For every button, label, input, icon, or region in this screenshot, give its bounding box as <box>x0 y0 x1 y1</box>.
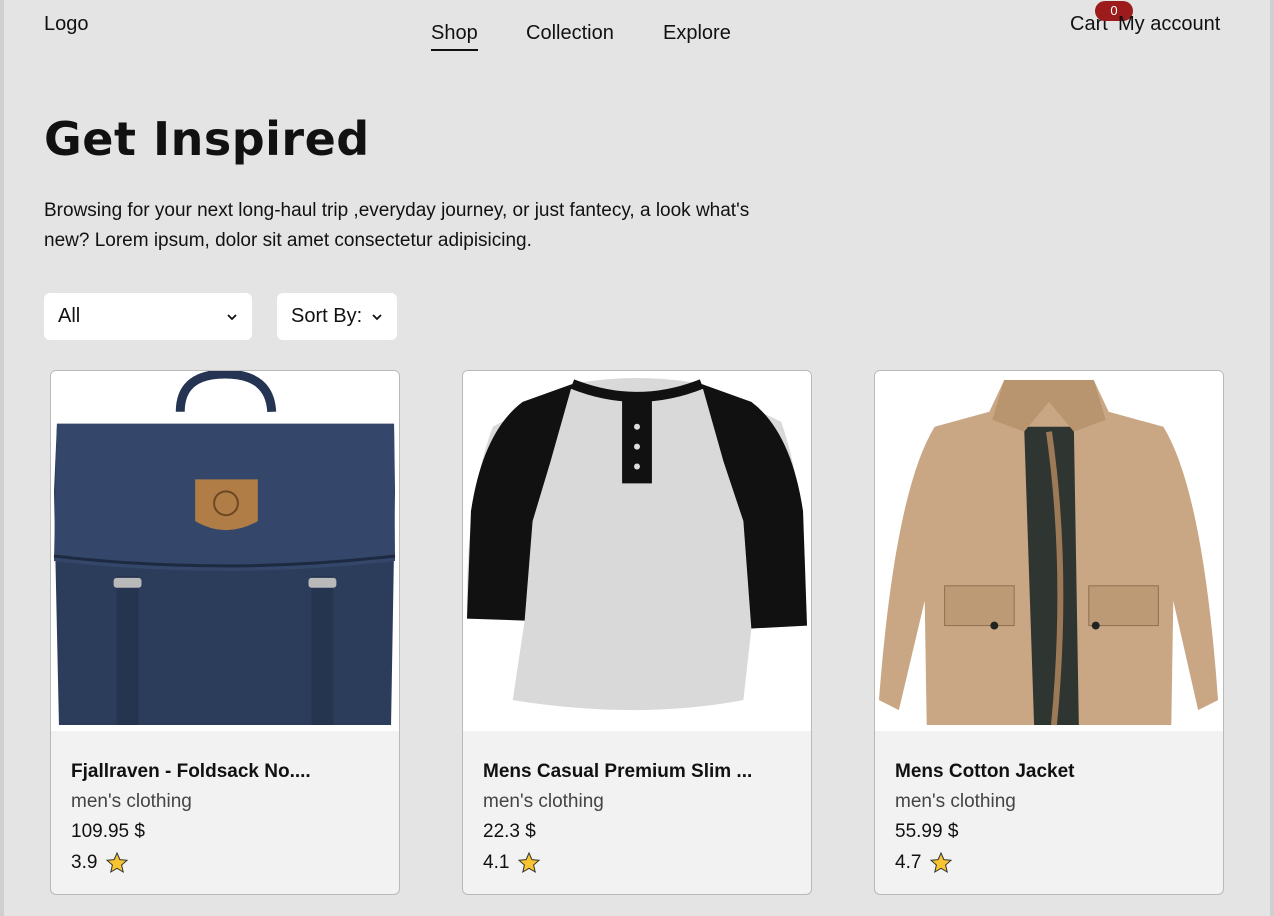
product-card[interactable]: Fjallraven - Foldsack No.... men's cloth… <box>50 370 400 895</box>
window-border-right <box>1270 0 1274 916</box>
chevron-down-icon <box>372 313 382 320</box>
sort-select[interactable]: Sort By: <box>277 293 397 340</box>
chevron-down-icon <box>227 313 237 320</box>
nav-explore[interactable]: Explore <box>663 22 731 49</box>
sort-select-value: Sort By: <box>291 305 363 327</box>
site-logo[interactable]: Logo <box>44 13 89 36</box>
rating-value: 4.1 <box>483 852 510 873</box>
product-card[interactable]: Mens Cotton Jacket men's clothing 55.99 … <box>874 370 1224 895</box>
product-card[interactable]: Mens Casual Premium Slim ... men's cloth… <box>462 370 812 895</box>
jacket-image <box>875 371 1223 731</box>
backpack-image <box>51 371 399 731</box>
category-filter-select[interactable]: All <box>44 293 252 340</box>
product-category: men's clothing <box>71 791 192 812</box>
henley-shirt-image <box>463 371 811 731</box>
product-category: men's clothing <box>483 791 604 812</box>
product-rating: 3.9 <box>71 851 129 875</box>
product-price: 22.3 $ <box>483 821 536 842</box>
nav-collection[interactable]: Collection <box>526 22 614 49</box>
category-filter-value: All <box>58 305 81 327</box>
nav-shop[interactable]: Shop <box>431 22 478 51</box>
window-border-left <box>0 0 4 916</box>
product-title[interactable]: Mens Cotton Jacket <box>895 761 1074 783</box>
product-title[interactable]: Mens Casual Premium Slim ... <box>483 761 752 783</box>
rating-value: 3.9 <box>71 852 98 873</box>
page-title: Get Inspired <box>44 112 370 166</box>
product-price: 109.95 $ <box>71 821 145 842</box>
product-category: men's clothing <box>895 791 1016 812</box>
product-rating: 4.1 <box>483 851 541 875</box>
intro-text: Browsing for your next long-haul trip ,e… <box>44 200 750 251</box>
rating-value: 4.7 <box>895 852 922 873</box>
product-rating: 4.7 <box>895 851 953 875</box>
my-account-link[interactable]: My account <box>1118 13 1220 36</box>
product-title[interactable]: Fjallraven - Foldsack No.... <box>71 761 311 783</box>
star-icon <box>930 851 953 874</box>
star-icon <box>106 851 129 874</box>
product-price: 55.99 $ <box>895 821 959 842</box>
star-icon <box>518 851 541 874</box>
